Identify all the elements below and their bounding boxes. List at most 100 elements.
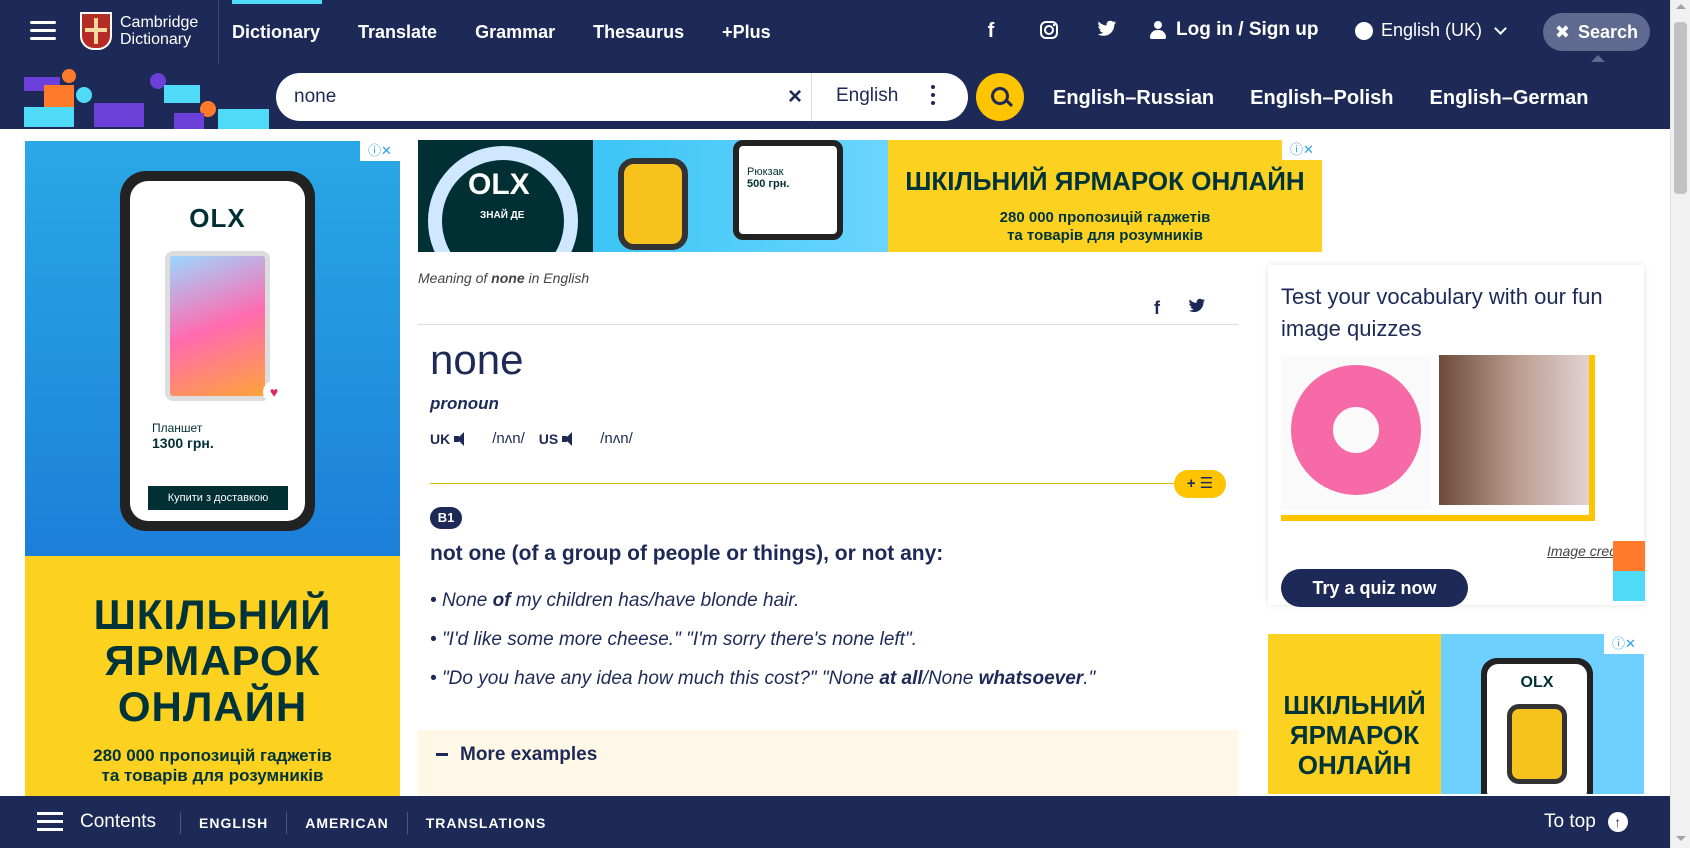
divider: [811, 73, 812, 121]
contents-button[interactable]: Contents: [80, 811, 156, 833]
bottom-bar: Contents ENGLISH AMERICAN TRANSLATIONS T…: [0, 796, 1670, 848]
quiz-images[interactable]: [1281, 355, 1595, 521]
nav-plus[interactable]: +Plus: [722, 0, 789, 65]
tab-american[interactable]: AMERICAN: [286, 812, 406, 834]
search-bar: none × English English–Russian English–P…: [0, 65, 1670, 129]
language-label: English (UK): [1381, 20, 1483, 40]
decorative-block: [1613, 541, 1645, 571]
right-advertisement[interactable]: ШКІЛЬНИЙ ЯРМАРОК ОНЛАЙН OLX ⓘ✕: [1268, 634, 1644, 794]
tablet-label: Планшет: [152, 421, 203, 435]
ad-close-icon[interactable]: ⓘ✕: [1604, 634, 1644, 654]
try-quiz-button[interactable]: Try a quiz now: [1281, 569, 1468, 607]
us-ipa: /nʌn/: [600, 430, 633, 447]
search-toggle-button[interactable]: ✖ Search: [1543, 13, 1650, 51]
ad-sub-1: 280 000 пропозицій гаджетів: [93, 746, 332, 765]
ad-logo-block: OLX ЗНАЙ ДЕ: [418, 140, 593, 252]
decorative-block: [1613, 571, 1645, 601]
scroll-up-icon[interactable]: [1676, 4, 1686, 9]
example-text: None: [441, 590, 493, 611]
left-advertisement[interactable]: OLX Планшет 1300 грн. Купити з доставкою…: [25, 141, 400, 796]
donut-image: [1281, 355, 1431, 510]
search-icon[interactable]: [976, 73, 1024, 121]
scroll-down-icon[interactable]: [1676, 836, 1686, 841]
more-options-icon[interactable]: [931, 85, 935, 109]
ad-close-icon[interactable]: ⓘ✕: [360, 141, 400, 161]
language-selector[interactable]: English (UK): [1355, 20, 1507, 41]
uk-ipa: /nʌn/: [492, 430, 525, 447]
facebook-icon[interactable]: f: [980, 20, 1002, 42]
quiz-title: Test your vocabulary with our fun image …: [1281, 284, 1603, 341]
ad-headline-2: ЯРМАРОК: [1289, 720, 1420, 750]
logo-line2: Dictionary: [120, 31, 192, 48]
shield-icon: [80, 12, 112, 50]
dictionary-selector[interactable]: English: [836, 85, 898, 107]
globe-icon: [1355, 21, 1373, 40]
twitter-icon[interactable]: [1096, 20, 1118, 42]
ad-buy-button: Купити з доставкою: [148, 486, 288, 510]
example-bold: whatsoever: [978, 668, 1084, 689]
add-to-wordlist-button[interactable]: + ☰: [1174, 470, 1226, 498]
milkshake-image: [1439, 355, 1589, 505]
top-advertisement[interactable]: OLX ЗНАЙ ДЕ Рюкзак 500 грн. ШКІЛЬНИЙ ЯРМ…: [418, 140, 1322, 252]
search-input[interactable]: none: [294, 86, 336, 108]
top-navbar: Cambridge Dictionary Dictionary Translat…: [0, 0, 1670, 65]
divider: [418, 324, 1238, 325]
ad-slogan: ЗНАЙ ДЕ: [480, 210, 525, 221]
pair-english-russian[interactable]: English–Russian: [1053, 87, 1214, 110]
us-label: US: [538, 430, 559, 447]
clear-icon[interactable]: ×: [788, 83, 802, 111]
ad-text-block: ШКІЛЬНИЙ ЯРМАРОК ОНЛАЙН 280 000 пропозиц…: [25, 556, 400, 796]
ad-close-icon[interactable]: ⓘ✕: [1282, 140, 1322, 160]
breadcrumb: Meaning of none in English: [418, 270, 1238, 286]
ad-phone: OLX Планшет 1300 грн. Купити з доставкою: [120, 171, 315, 531]
instagram-icon[interactable]: [1038, 20, 1060, 42]
arrow-up-icon: ↑: [1607, 812, 1628, 832]
example-bold: at all: [879, 668, 923, 689]
sense-divider: [430, 483, 1200, 484]
part-of-speech: pronoun: [430, 394, 499, 413]
pair-english-polish[interactable]: English–Polish: [1250, 87, 1393, 110]
cambridge-logo[interactable]: Cambridge Dictionary: [80, 12, 198, 50]
nav-dictionary[interactable]: Dictionary: [232, 0, 338, 65]
pronunciation: UK /nʌn/ US /nʌn/: [430, 430, 647, 447]
us-speaker-icon[interactable]: [562, 431, 580, 446]
ad-sub-2: та товарів для розумників: [1007, 227, 1203, 244]
more-examples-toggle[interactable]: More examples: [418, 730, 1238, 800]
uk-speaker-icon[interactable]: [454, 431, 472, 446]
scroll-thumb[interactable]: [1674, 22, 1687, 194]
example-bold: of: [492, 590, 511, 611]
more-examples-label: More examples: [460, 744, 598, 765]
menu-icon[interactable]: [30, 21, 56, 41]
image-credits-link[interactable]: Image credits: [1281, 543, 1631, 559]
search-toggle-label: Search: [1578, 21, 1639, 42]
definition: not one (of a group of people or things)…: [430, 542, 944, 565]
ad-phone: Рюкзак 500 грн.: [733, 140, 843, 240]
nav-grammar[interactable]: Grammar: [475, 0, 573, 65]
tab-english[interactable]: ENGLISH: [180, 812, 286, 834]
example-1: • None of my children has/have blonde ha…: [430, 590, 800, 611]
nav-thesaurus[interactable]: Thesaurus: [593, 0, 702, 65]
main-nav: Dictionary Translate Grammar Thesaurus +…: [232, 0, 809, 65]
facebook-icon[interactable]: f: [1154, 298, 1160, 319]
ad-sub-1: 280 000 пропозицій гаджетів: [999, 209, 1211, 226]
twitter-icon[interactable]: [1188, 298, 1206, 319]
divider: [218, 0, 219, 65]
tab-translations[interactable]: TRANSLATIONS: [406, 812, 565, 834]
dictionary-tabs: ENGLISH AMERICAN TRANSLATIONS: [180, 812, 564, 834]
example-text: my children has/have blonde hair.: [510, 590, 800, 611]
login-link[interactable]: Log in / Sign up: [1150, 19, 1318, 41]
dictionary-pairs: English–Russian English–Polish English–G…: [1053, 87, 1588, 110]
heart-icon: ♥: [263, 381, 285, 403]
headword: none: [430, 336, 524, 383]
ad-headline-3: ОНЛАЙН: [117, 683, 308, 730]
example-text: .": [1083, 668, 1096, 689]
contents-menu-icon[interactable]: [37, 812, 63, 836]
backpack-image: [618, 158, 688, 250]
scrollbar[interactable]: [1670, 0, 1690, 848]
close-icon: ✖: [1554, 21, 1571, 42]
pair-english-german[interactable]: English–German: [1430, 87, 1589, 110]
to-top-button[interactable]: To top ↑: [1544, 811, 1628, 833]
nav-translate[interactable]: Translate: [358, 0, 455, 65]
example-text: "I'd like some more cheese." "I'm sorry …: [441, 629, 917, 650]
ad-text-block: ШКІЛЬНИЙ ЯРМАРОК ОНЛАЙН: [1268, 634, 1441, 794]
